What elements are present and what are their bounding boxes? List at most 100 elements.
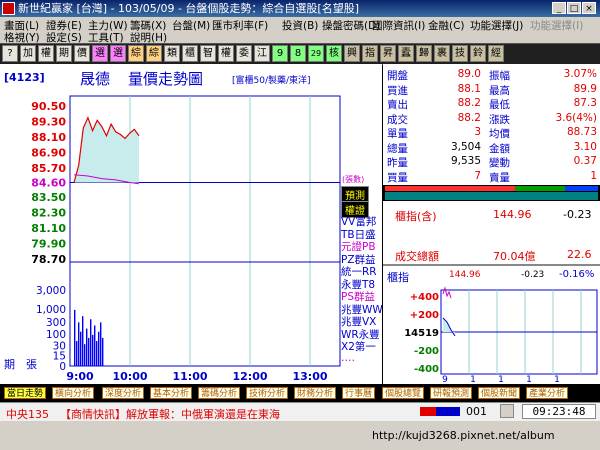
toolbar-button-18[interactable]: 核 [326, 45, 342, 62]
toolbar-button-11[interactable]: 智 [200, 45, 216, 62]
menu-international[interactable]: 國際資訊(I) [372, 18, 425, 33]
window-title: 新世紀贏家 [台灣] - 103/05/09 - 台盤個股走勢：綜合自選股[名望… [18, 2, 359, 15]
volume-bar [86, 328, 88, 366]
maximize-button[interactable]: □ [567, 2, 581, 14]
volume-bar [98, 331, 100, 366]
toolbar-button-9[interactable]: 類 [164, 45, 180, 62]
price-tick-label: 89.30 [31, 116, 66, 129]
toolbar-button-17[interactable]: 29 [308, 45, 324, 62]
toolbar-button-5[interactable]: 選 [92, 45, 108, 62]
total-pct: 22.6 [567, 248, 592, 261]
toolbar-button-13[interactable]: 委 [236, 45, 252, 62]
toolbar-button-27[interactable]: 經 [488, 45, 504, 62]
toolbar-button-16[interactable]: 8 [290, 45, 306, 62]
news-scroll-button[interactable] [500, 404, 514, 418]
tab-0[interactable]: 當日走勢 [4, 387, 47, 399]
quote-v2-2: 87.3 [573, 97, 597, 109]
close-button[interactable]: × [582, 2, 596, 14]
toolbar: ? 加權期價選選綜綜類櫃智權委江 9 8 29 核興指昇蠹歸裹技鈴經 [0, 43, 600, 65]
volume-bar [74, 309, 76, 366]
menu-finance[interactable]: 金融(C) [428, 18, 465, 33]
quote-v1-0: 89.0 [457, 68, 481, 80]
stock-name: 晟德 [80, 70, 111, 88]
mini-time-tick: 1 [554, 375, 560, 382]
tab-5[interactable]: 技術分析 [246, 387, 289, 399]
index-label: 櫃指(含) [395, 210, 437, 223]
quote-v2-7: 1 [590, 169, 597, 182]
toolbar-button-12[interactable]: 權 [218, 45, 234, 62]
broker-item[interactable]: ‥‥ [341, 352, 355, 364]
tab-1[interactable]: 橫向分析 [52, 387, 95, 399]
volume-bar [82, 316, 84, 366]
toolbar-button-0[interactable]: ? [2, 45, 18, 62]
quote-l1-1: 買進 [387, 84, 408, 97]
time-tick-label: 11:00 [172, 370, 207, 383]
tab-4[interactable]: 籌碼分析 [198, 387, 241, 399]
toolbar-button-24[interactable]: 裹 [434, 45, 450, 62]
volume-bar [76, 341, 78, 366]
tab-6[interactable]: 財務分析 [294, 387, 337, 399]
toolbar-button-4[interactable]: 價 [74, 45, 90, 62]
menu-forex[interactable]: 匯市利率(F) [212, 18, 268, 33]
news-ticker: 中央135 【商情快訊】解放軍報：中俄軍演還是在東海 001 09:23:48 [0, 402, 600, 421]
clock: 09:23:48 [522, 404, 596, 419]
toolbar-button-8[interactable]: 綜 [146, 45, 162, 62]
toolbar-button-15[interactable]: 9 [272, 45, 288, 62]
toolbar-button-25[interactable]: 技 [452, 45, 468, 62]
stock-code: [4123] [4, 71, 45, 84]
quote-v1-7: 7 [474, 169, 481, 182]
quote-l2-5: 金額 [489, 142, 510, 155]
menu-invest[interactable]: 投資(B) [282, 18, 318, 33]
toolbar-button-1[interactable]: 加 [20, 45, 36, 62]
price-tick-label: 90.50 [31, 100, 66, 113]
tab-3[interactable]: 基本分析 [150, 387, 193, 399]
app-icon [2, 2, 15, 15]
toolbar-button-26[interactable]: 鈴 [470, 45, 486, 62]
tab-7[interactable]: 行事曆 [342, 387, 376, 399]
minimize-button[interactable]: _ [552, 2, 566, 14]
price-tick-label: 79.90 [31, 237, 66, 250]
toolbar-button-10[interactable]: 櫃 [182, 45, 198, 62]
news-headline[interactable]: 【商情快訊】解放軍報：中俄軍演還是在東海 [60, 406, 280, 422]
quote-l2-4: 均價 [489, 128, 510, 140]
tab-8[interactable]: 個股總覽 [382, 387, 425, 399]
volume-bar [94, 325, 96, 366]
time-tick-label: 12:00 [232, 370, 267, 383]
toolbar-button-22[interactable]: 蠹 [398, 45, 414, 62]
total-value: 70.04億 [493, 250, 536, 263]
toolbar-button-2[interactable]: 權 [38, 45, 54, 62]
toolbar-button-14[interactable]: 江 [254, 45, 270, 62]
quote-v1-5: 3,504 [450, 140, 481, 153]
time-tick-label: 10:00 [112, 370, 147, 383]
menu-function-select[interactable]: 功能選擇(J) [470, 18, 523, 33]
tab-9[interactable]: 研報預測 [430, 387, 473, 399]
toolbar-button-7[interactable]: 綜 [128, 45, 144, 62]
menu-taiwan[interactable]: 台盤(M) [172, 18, 210, 33]
tab-10[interactable]: 個股新聞 [478, 387, 521, 399]
mini-tick-label: +400 [410, 292, 439, 303]
index-value: 144.96 [493, 208, 532, 221]
mini-time-tick: 1 [526, 375, 532, 382]
quote-l1-2: 賣出 [387, 99, 408, 111]
volume-bar [84, 344, 86, 366]
price-volume-chart: 90.50 89.30 88.10 86.90 85.70 84.60 83.50 82.30… [0, 64, 382, 384]
price-tick-label: 81.10 [31, 222, 66, 235]
quote-l2-3: 漲跌 [489, 113, 510, 126]
quote-v2-3: 3.6(4%) [555, 111, 597, 124]
toolbar-button-23[interactable]: 歸 [416, 45, 432, 62]
volume-tick-label: 3,000 [36, 285, 66, 297]
tab-2[interactable]: 深度分析 [102, 387, 145, 399]
toolbar-button-20[interactable]: 指 [362, 45, 378, 62]
price-tick-label: 85.70 [31, 162, 66, 175]
quote-l2-7: 賣量 [489, 171, 510, 184]
quote-l2-2: 最低 [489, 99, 510, 111]
time-tick-label: 9:00 [66, 370, 94, 383]
toolbar-button-19[interactable]: 興 [344, 45, 360, 62]
toolbar-button-3[interactable]: 期 [56, 45, 72, 62]
toolbar-button-21[interactable]: 昇 [380, 45, 396, 62]
tab-11[interactable]: 產業分析 [526, 387, 569, 399]
toolbar-button-6[interactable]: 選 [110, 45, 126, 62]
quote-v2-1: 89.9 [573, 82, 597, 95]
price-tick-label: 82.30 [31, 206, 66, 219]
quote-l2-0: 振幅 [489, 70, 510, 82]
